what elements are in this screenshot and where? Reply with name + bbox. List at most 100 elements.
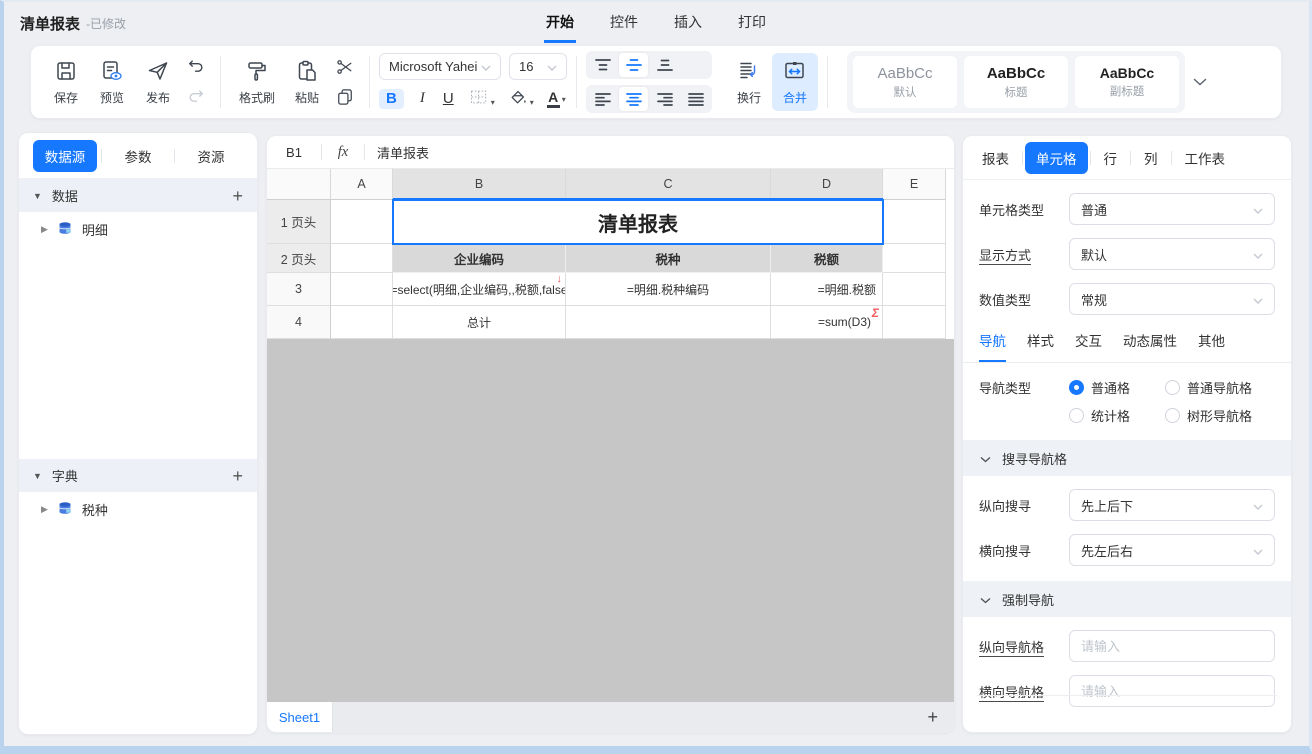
radio-normal-cell[interactable]: 普通格 [1069, 378, 1165, 397]
cell-C3[interactable]: =明细.税种编码 [566, 273, 771, 306]
expand-caret-icon[interactable]: ▶ [41, 504, 48, 515]
column-header-C[interactable]: C [566, 169, 771, 200]
format-painter-button[interactable]: 格式刷 [230, 53, 284, 111]
force-nav-section-header[interactable]: 强制导航 [963, 581, 1291, 617]
ribbon-tab-start[interactable]: 开始 [544, 8, 576, 43]
cell-E4[interactable] [883, 306, 946, 339]
cell-C4[interactable] [566, 306, 771, 339]
cell-A3[interactable] [331, 273, 393, 306]
radio-stat-cell[interactable]: 统计格 [1069, 406, 1165, 425]
expand-caret-icon[interactable]: ▶ [41, 224, 48, 235]
preview-button[interactable]: 预览 [89, 53, 135, 111]
bold-button[interactable]: B [379, 89, 404, 109]
column-header-B[interactable]: B [393, 169, 566, 200]
radio-tree-nav-cell[interactable]: 树形导航格 [1165, 406, 1275, 425]
tab-cell[interactable]: 单元格 [1025, 142, 1088, 174]
subtab-other[interactable]: 其他 [1198, 330, 1225, 362]
save-button[interactable]: 保存 [43, 53, 89, 111]
tab-column[interactable]: 列 [1133, 142, 1169, 174]
row-header-1[interactable]: 1 页头 [267, 200, 331, 244]
paste-button[interactable]: 粘贴 [284, 53, 330, 111]
style-gallery-expand-icon[interactable] [1193, 73, 1207, 91]
fill-color-button[interactable]: ▾ [508, 87, 534, 111]
cell-A4[interactable] [331, 306, 393, 339]
tab-row[interactable]: 行 [1093, 142, 1129, 174]
style-preset-title[interactable]: AaBbCc 标题 [964, 56, 1068, 108]
cell-E3[interactable] [883, 273, 946, 306]
collapse-caret-icon[interactable]: ▼ [33, 191, 42, 201]
column-header-D[interactable]: D [771, 169, 883, 200]
cut-icon[interactable] [335, 57, 355, 77]
dataset-item-mingxi[interactable]: ▶ 明细 [19, 212, 257, 246]
row-header-4[interactable]: 4 [267, 306, 331, 339]
redo-icon[interactable] [186, 87, 206, 107]
align-middle-button[interactable] [619, 53, 648, 77]
add-dictionary-button[interactable]: + [232, 467, 243, 485]
ribbon-tab-print[interactable]: 打印 [736, 8, 768, 43]
ribbon-tab-widgets[interactable]: 控件 [608, 8, 640, 43]
add-dataset-button[interactable]: + [232, 187, 243, 205]
publish-button[interactable]: 发布 [135, 53, 181, 111]
row-header-2[interactable]: 2 页头 [267, 244, 331, 273]
ribbon-tab-insert[interactable]: 插入 [672, 8, 704, 43]
tab-datasource[interactable]: 数据源 [33, 140, 97, 172]
font-color-button[interactable]: A ▾ [547, 90, 566, 108]
search-nav-section-header[interactable]: 搜寻导航格 [963, 440, 1291, 476]
align-left-button[interactable] [588, 87, 617, 111]
cell-E1[interactable] [883, 200, 946, 244]
borders-button[interactable]: ▾ [469, 87, 495, 111]
undo-icon[interactable] [186, 57, 206, 77]
sheet-tab-sheet1[interactable]: Sheet1 [267, 702, 333, 732]
cell-B1-merged[interactable]: 清单报表 [392, 199, 884, 245]
fx-icon[interactable]: fx [322, 144, 364, 161]
tab-resources[interactable]: 资源 [179, 140, 243, 172]
cell-A2[interactable] [331, 244, 393, 273]
horizontal-search-select[interactable]: 先左后右 [1069, 534, 1275, 566]
subtab-interaction[interactable]: 交互 [1075, 330, 1102, 362]
cell-reference-box[interactable]: B1 [267, 145, 321, 160]
font-size-select[interactable]: 16 [509, 53, 567, 80]
column-header-E[interactable]: E [883, 169, 946, 200]
cell-D4[interactable]: =sum(D3)Σ [771, 306, 883, 339]
vertical-search-select[interactable]: 先上后下 [1069, 489, 1275, 521]
collapse-caret-icon[interactable]: ▼ [33, 471, 42, 481]
dictionary-item-shuizhong[interactable]: ▶ 税种 [19, 492, 257, 526]
tab-worksheet[interactable]: 工作表 [1174, 142, 1237, 174]
tab-report[interactable]: 报表 [971, 142, 1020, 174]
font-family-select[interactable]: Microsoft Yahei [379, 53, 501, 80]
cell-D3[interactable]: =明细.税额 [771, 273, 883, 306]
copy-icon[interactable] [335, 87, 355, 107]
tab-parameters[interactable]: 参数 [106, 140, 170, 172]
cell-E2[interactable] [883, 244, 946, 273]
align-justify-button[interactable] [681, 87, 710, 111]
cell-D2[interactable]: 税额 [771, 244, 883, 273]
align-center-button[interactable] [619, 87, 648, 111]
column-header-A[interactable]: A [331, 169, 393, 200]
align-top-button[interactable] [588, 53, 617, 77]
radio-normal-nav-cell[interactable]: 普通导航格 [1165, 378, 1275, 397]
italic-button[interactable]: I [417, 90, 428, 107]
horizontal-nav-cell-input[interactable] [1069, 675, 1275, 707]
merge-cells-button[interactable]: 合并 [772, 53, 818, 111]
add-sheet-button[interactable]: + [927, 708, 938, 726]
vertical-nav-cell-input[interactable] [1069, 630, 1275, 662]
cell-B2[interactable]: 企业编码 [393, 244, 566, 273]
wrap-text-button[interactable]: 换行 [726, 53, 772, 111]
cell-B4[interactable]: 总计 [393, 306, 566, 339]
subtab-navigation[interactable]: 导航 [979, 330, 1006, 362]
cell-B3[interactable]: =select(明细,企业编码,,税额,false↓ [393, 273, 566, 306]
cell-type-select[interactable]: 普通 [1069, 193, 1275, 225]
cell-A1[interactable] [331, 200, 393, 244]
style-preset-subtitle[interactable]: AaBbCc 副标题 [1075, 56, 1179, 108]
corner-cell[interactable] [267, 169, 331, 200]
align-right-button[interactable] [650, 87, 679, 111]
style-preset-default[interactable]: AaBbCc 默认 [853, 56, 957, 108]
underline-button[interactable]: U [441, 90, 456, 107]
formula-input[interactable]: 清单报表 [365, 143, 429, 162]
numeric-type-select[interactable]: 常规 [1069, 283, 1275, 315]
row-header-3[interactable]: 3 [267, 273, 331, 306]
subtab-style[interactable]: 样式 [1027, 330, 1054, 362]
subtab-dynamic-props[interactable]: 动态属性 [1123, 330, 1177, 362]
display-mode-select[interactable]: 默认 [1069, 238, 1275, 270]
align-bottom-button[interactable] [650, 53, 679, 77]
